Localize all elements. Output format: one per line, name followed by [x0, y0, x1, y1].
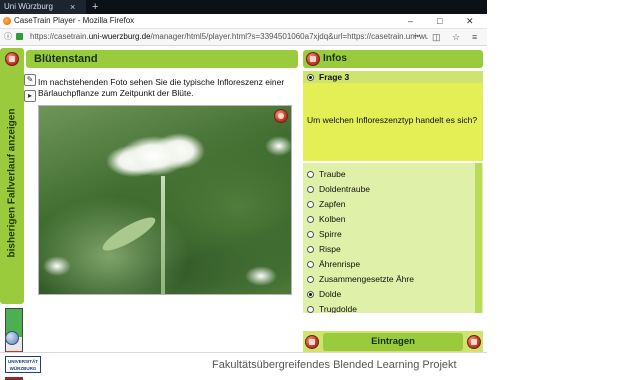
wild-garlic-photo	[38, 105, 292, 295]
submit-bar: Eintragen	[303, 331, 483, 353]
next-button[interactable]	[467, 335, 481, 349]
maximize-icon[interactable]: □	[437, 14, 442, 28]
question-label-wrap: Frage 3	[307, 71, 349, 83]
new-tab-icon[interactable]: +	[92, 0, 98, 14]
url-domain: uni-wuerzburg.de	[88, 32, 151, 41]
radio-icon[interactable]	[307, 261, 314, 268]
answer-label: Zapfen	[319, 199, 346, 209]
sidebar-label: bisherigen Fallverlauf anzeigen	[6, 108, 18, 258]
radio-icon[interactable]	[307, 246, 314, 253]
url-prefix: https://casetrain.	[30, 32, 89, 41]
card-description: Im nachstehenden Foto sehen Sie die typi…	[38, 77, 285, 98]
case-history-sidebar[interactable]: bisherigen Fallverlauf anzeigen	[0, 48, 24, 304]
sidebar-label-wrap: bisherigen Fallverlauf anzeigen	[0, 108, 26, 258]
flower-leaf	[99, 212, 159, 256]
home-icon	[9, 56, 15, 62]
radio-selected-icon[interactable]	[307, 291, 314, 298]
footer: UNIVERSITÄT WÜRZBURG Fakultätsübergreife…	[0, 352, 487, 377]
case-player: bisherigen Fallverlauf anzeigen Blütenst…	[0, 46, 487, 380]
card-title: Blütenstand	[34, 53, 98, 65]
info-title: Infos	[323, 53, 347, 64]
zoom-button[interactable]	[274, 109, 288, 123]
window-title-bar: CaseTrain Player - Mozilla Firefox – □ ✕	[0, 14, 487, 29]
answer-option[interactable]: Zapfen	[307, 197, 345, 211]
project-title: Fakultätsübergreifendes Blended Learning…	[212, 359, 457, 371]
audio-play-icon[interactable]: ▸	[24, 90, 36, 102]
answer-label: Rispe	[319, 244, 341, 254]
radio-icon[interactable]	[307, 276, 314, 283]
answer-label: Doldentraube	[319, 184, 371, 194]
hamburger-menu-icon[interactable]: ≡	[472, 30, 477, 44]
answer-options: Traube Doldentraube Zapfen Kolben Spirre…	[303, 163, 483, 313]
url-field[interactable]: https://casetrain.uni-wuerzburg.de/manag…	[30, 31, 428, 43]
info-button[interactable]	[306, 52, 320, 66]
radio-icon[interactable]	[307, 306, 314, 313]
next-icon	[471, 339, 477, 345]
answer-option[interactable]: Spirre	[307, 227, 342, 241]
answer-option[interactable]: Ährenrispe	[307, 257, 360, 271]
answer-option[interactable]: Zusammengesetzte Ähre	[307, 272, 414, 286]
question-indicator-icon	[307, 74, 314, 81]
answer-label: Ährenrispe	[319, 259, 361, 269]
question-header[interactable]: Frage 3	[303, 71, 483, 83]
page-actions-icon[interactable]: •••	[414, 30, 420, 44]
question-box: Um welchen Infloreszenztyp handelt es si…	[303, 83, 483, 161]
radio-icon[interactable]	[307, 231, 314, 238]
answer-option[interactable]: Kolben	[307, 212, 345, 226]
answer-label: Traube	[319, 169, 346, 179]
logo-line-2: WÜRZBURG	[9, 366, 37, 371]
flower-stem	[161, 176, 165, 294]
radio-icon[interactable]	[307, 216, 314, 223]
answer-option[interactable]: Doldentraube	[307, 182, 370, 196]
tab-label: Uni Würzburg	[4, 2, 53, 11]
tab-close-icon[interactable]: ×	[70, 0, 75, 14]
home-button[interactable]	[5, 52, 19, 66]
radio-icon[interactable]	[307, 186, 314, 193]
pocket-icon[interactable]: ◫	[432, 30, 441, 44]
info-icon	[310, 56, 316, 62]
answer-label: Kolben	[319, 214, 346, 224]
answer-label: Zusammengesetzte Ähre	[319, 274, 414, 284]
site-info-icon[interactable]: ⓘ	[4, 30, 12, 44]
info-title-bar: Infos	[303, 50, 483, 68]
university-logo: UNIVERSITÄT WÜRZBURG	[5, 356, 41, 373]
answer-option[interactable]: Dolde	[307, 287, 341, 301]
question-label: Frage 3	[319, 72, 350, 82]
question-text: Um welchen Infloreszenztyp handelt es si…	[307, 115, 478, 125]
magnifier-icon	[278, 113, 284, 119]
pause-icon	[309, 339, 315, 345]
submit-button[interactable]: Eintragen	[323, 333, 463, 351]
firefox-logo-icon	[3, 17, 11, 25]
close-window-icon[interactable]: ✕	[466, 14, 474, 28]
edit-notes-icon[interactable]: ✎	[24, 74, 36, 86]
answer-label: Dolde	[319, 289, 342, 299]
answer-label: Spirre	[319, 229, 342, 239]
url-path: /manager/html5/player.html?s=3394501060a…	[150, 32, 428, 41]
help-button[interactable]	[5, 331, 19, 345]
answer-label: Trugdolde	[319, 304, 357, 313]
options-scrollbar[interactable]	[475, 163, 482, 313]
logo-line-1: UNIVERSITÄT	[7, 359, 38, 364]
radio-icon[interactable]	[307, 201, 314, 208]
answer-option[interactable]: Trugdolde	[307, 302, 357, 313]
browser-tab-bar: Uni Würzburg × +	[0, 0, 487, 14]
window-title: CaseTrain Player - Mozilla Firefox	[14, 16, 135, 25]
lock-icon[interactable]	[16, 33, 23, 40]
bookmark-star-icon[interactable]: ☆	[452, 30, 460, 44]
radio-icon[interactable]	[307, 171, 314, 178]
address-bar: ⓘ https://casetrain.uni-wuerzburg.de/man…	[0, 29, 487, 46]
answer-option[interactable]: Rispe	[307, 242, 341, 256]
answer-option[interactable]: Traube	[307, 167, 346, 181]
pause-button[interactable]	[305, 335, 319, 349]
minimize-icon[interactable]: –	[408, 14, 413, 28]
card-title-bar: Blütenstand	[26, 50, 298, 68]
